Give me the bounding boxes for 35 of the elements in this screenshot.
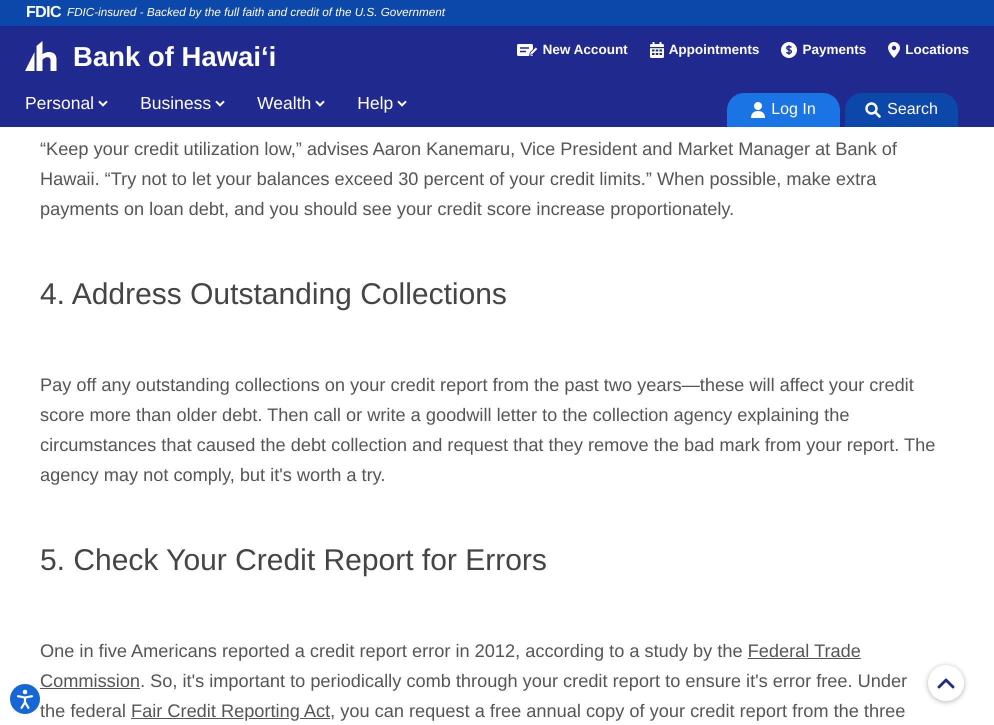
caret-down-icon — [215, 100, 226, 106]
search-button[interactable]: Search — [845, 93, 958, 127]
chevron-up-icon — [937, 678, 955, 688]
article-paragraph: One in five Americans reported a credit report error in 2012, according to a study by the Federal Trade Commission. So, it's important to periodically comb through your credit report to ensure it's error free. Under the federal Fair Credit Reporting Act, you can request a free annual copy of your credit report from the three — [40, 640, 908, 723]
article-paragraph: Pay off any outstanding collections on your credit report from the past two years—these will affect your credit score more than older debt. Then call or write a goodwill letter to the collection agency explaining the circumstances that caused the debt collection and request that they remove the bad mark from your report. The agency may not comply, but it's worth a try. — [40, 374, 936, 487]
caret-down-icon — [98, 100, 108, 106]
utility-link[interactable]: Payments — [781, 41, 866, 59]
nav-menu-item[interactable]: Business — [140, 93, 226, 113]
utility-link[interactable]: New Account — [516, 41, 628, 59]
nav-menu-item[interactable]: Personal — [25, 93, 108, 113]
section-heading: 5. Check Your Credit Report for Errors — [40, 543, 548, 579]
fdic-notice: FDIC-insured - Backed by the full faith and credit of the U.S. Government — [66, 5, 446, 21]
section-heading: 4. Address Outstanding Collections — [40, 277, 508, 313]
text-link[interactable]: Commission — [40, 671, 140, 691]
brand-logo-link[interactable]: Bank of Hawaiʻi — [25, 41, 276, 71]
caret-down-icon — [315, 100, 326, 106]
user-icon — [751, 102, 766, 118]
fdic-logo: FDIC — [26, 4, 61, 22]
search-icon — [865, 102, 882, 118]
map-pin-icon — [888, 42, 900, 58]
accessibility-button[interactable] — [10, 684, 40, 714]
calendar-icon — [650, 42, 664, 58]
text-link[interactable]: Federal Trade — [748, 641, 861, 661]
utility-link[interactable]: Locations — [888, 41, 969, 59]
form-pencil-icon — [516, 43, 538, 57]
utility-link[interactable]: Appointments — [650, 41, 760, 59]
caret-down-icon — [397, 100, 408, 106]
text-link[interactable]: Fair Credit Reporting Act — [131, 701, 330, 721]
nav-menu-item[interactable]: Wealth — [257, 93, 326, 113]
accessibility-icon — [16, 689, 34, 709]
dollar-coin-icon — [781, 42, 798, 58]
article-paragraph: “Keep your credit utilization low,” advises Aaron Kanemaru, Vice President and Market Manager at Bank of Hawaii. “Try not to let your balances exceed 30 percent of your credit limits.” When possible, make extra payments on loan debt, and you should see your credit score increase proportionately. — [40, 138, 898, 221]
login-button[interactable]: Log In — [727, 93, 840, 127]
scroll-to-top-button[interactable] — [928, 665, 964, 701]
nav-menu-item[interactable]: Help — [357, 93, 408, 113]
